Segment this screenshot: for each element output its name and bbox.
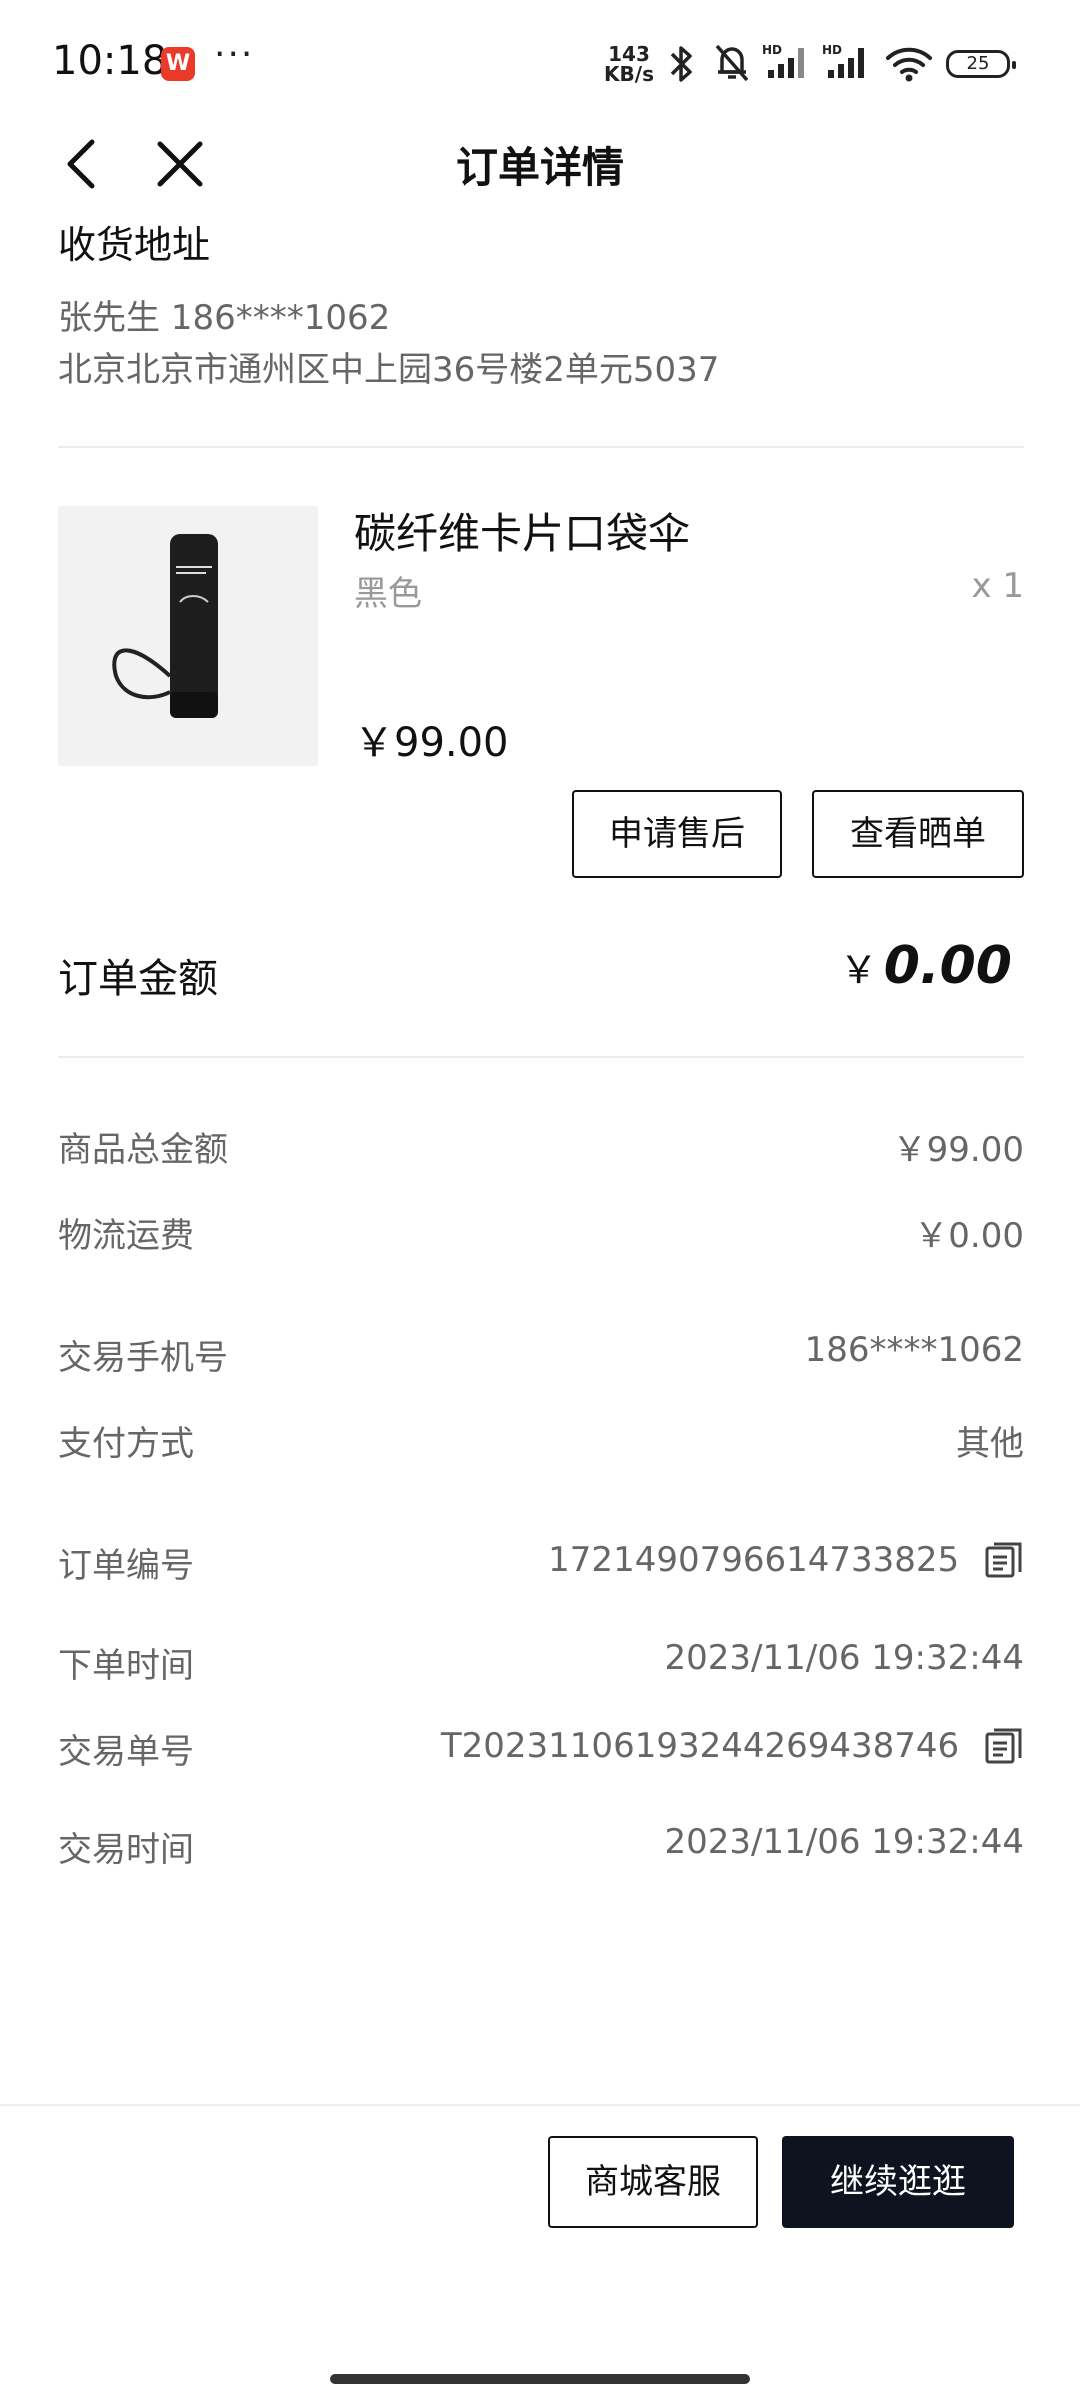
product-quantity: x 1 [971, 566, 1024, 606]
umbrella-image [112, 534, 218, 718]
shipping-label: 物流运费 [58, 1216, 194, 1256]
product-image[interactable] [58, 506, 318, 766]
page-title: 订单详情 [455, 143, 624, 192]
svg-text:HD: HD [762, 43, 782, 57]
shipping-value: ￥0.00 [914, 1216, 1024, 1256]
copy-icon[interactable] [984, 1728, 1024, 1768]
address-heading: 收货地址 [58, 223, 211, 267]
phone-value: 186****1062 [804, 1330, 1024, 1370]
phone-label: 交易手机号 [58, 1338, 228, 1378]
payment-method-label: 支付方式 [58, 1424, 194, 1464]
divider [58, 1056, 1024, 1058]
trade-number-label: 交易单号 [58, 1732, 194, 1772]
trade-number-value: T20231106193244269438746 [440, 1726, 960, 1766]
order-total-label: 订单金额 [58, 956, 218, 1002]
order-time-value: 2023/11/06 19:32:44 [664, 1638, 1024, 1678]
wifi-icon [886, 47, 932, 82]
customer-service-button[interactable]: 商城客服 [548, 2136, 758, 2228]
copy-icon[interactable] [984, 1542, 1024, 1582]
mute-bell-icon [715, 44, 749, 82]
product-name[interactable]: 碳纤维卡片口袋伞 [354, 500, 690, 561]
app-notification-icon: W [161, 47, 195, 81]
view-review-button[interactable]: 查看晒单 [812, 790, 1024, 878]
svg-text:HD: HD [822, 43, 842, 57]
order-number-label: 订单编号 [58, 1546, 194, 1586]
battery-icon: 25 [946, 50, 1016, 78]
goods-total-value: ￥99.00 [892, 1130, 1024, 1170]
currency-symbol: ￥ [839, 948, 878, 992]
bluetooth-icon [670, 46, 692, 82]
apply-after-sale-button[interactable]: 申请售后 [572, 790, 782, 878]
order-number-value: 1721490796614733825 [548, 1540, 960, 1580]
address-contact: 张先生 186****1062 [58, 298, 391, 338]
trade-number-row: T20231106193244269438746 [441, 1726, 1024, 1768]
product-variant: 黑色 [354, 574, 422, 614]
network-speed: 143 KB/s [604, 44, 654, 84]
order-total-value: 0.00 [883, 936, 1012, 996]
trade-time-label: 交易时间 [58, 1830, 194, 1870]
network-speed-unit: KB/s [604, 62, 654, 86]
signal-2-icon: HD [822, 43, 864, 78]
order-number-row: 1721490796614733825 [548, 1540, 1024, 1582]
network-speed-value: 143 [608, 42, 650, 66]
order-time-label: 下单时间 [58, 1646, 194, 1686]
more-notifications-icon: ··· [214, 34, 255, 75]
product-price: ￥99.00 [354, 720, 509, 766]
trade-time-value: 2023/11/06 19:32:44 [664, 1822, 1024, 1862]
address-detail: 北京北京市通州区中上园36号楼2单元5037 [58, 350, 720, 390]
home-indicator[interactable] [330, 2374, 750, 2384]
continue-shopping-button[interactable]: 继续逛逛 [782, 2136, 1014, 2228]
divider [58, 446, 1024, 448]
bottom-bar-divider [0, 2104, 1080, 2106]
payment-method-value: 其他 [956, 1424, 1024, 1464]
goods-total-label: 商品总金额 [58, 1130, 228, 1170]
status-time: 10:18 [52, 38, 168, 84]
order-total-amount: ￥ 0.00 [840, 936, 1012, 996]
signal-1-icon: HD [762, 43, 804, 78]
status-bar: 10:18 W ··· 143 KB/s HD HD 25 [0, 0, 1080, 120]
